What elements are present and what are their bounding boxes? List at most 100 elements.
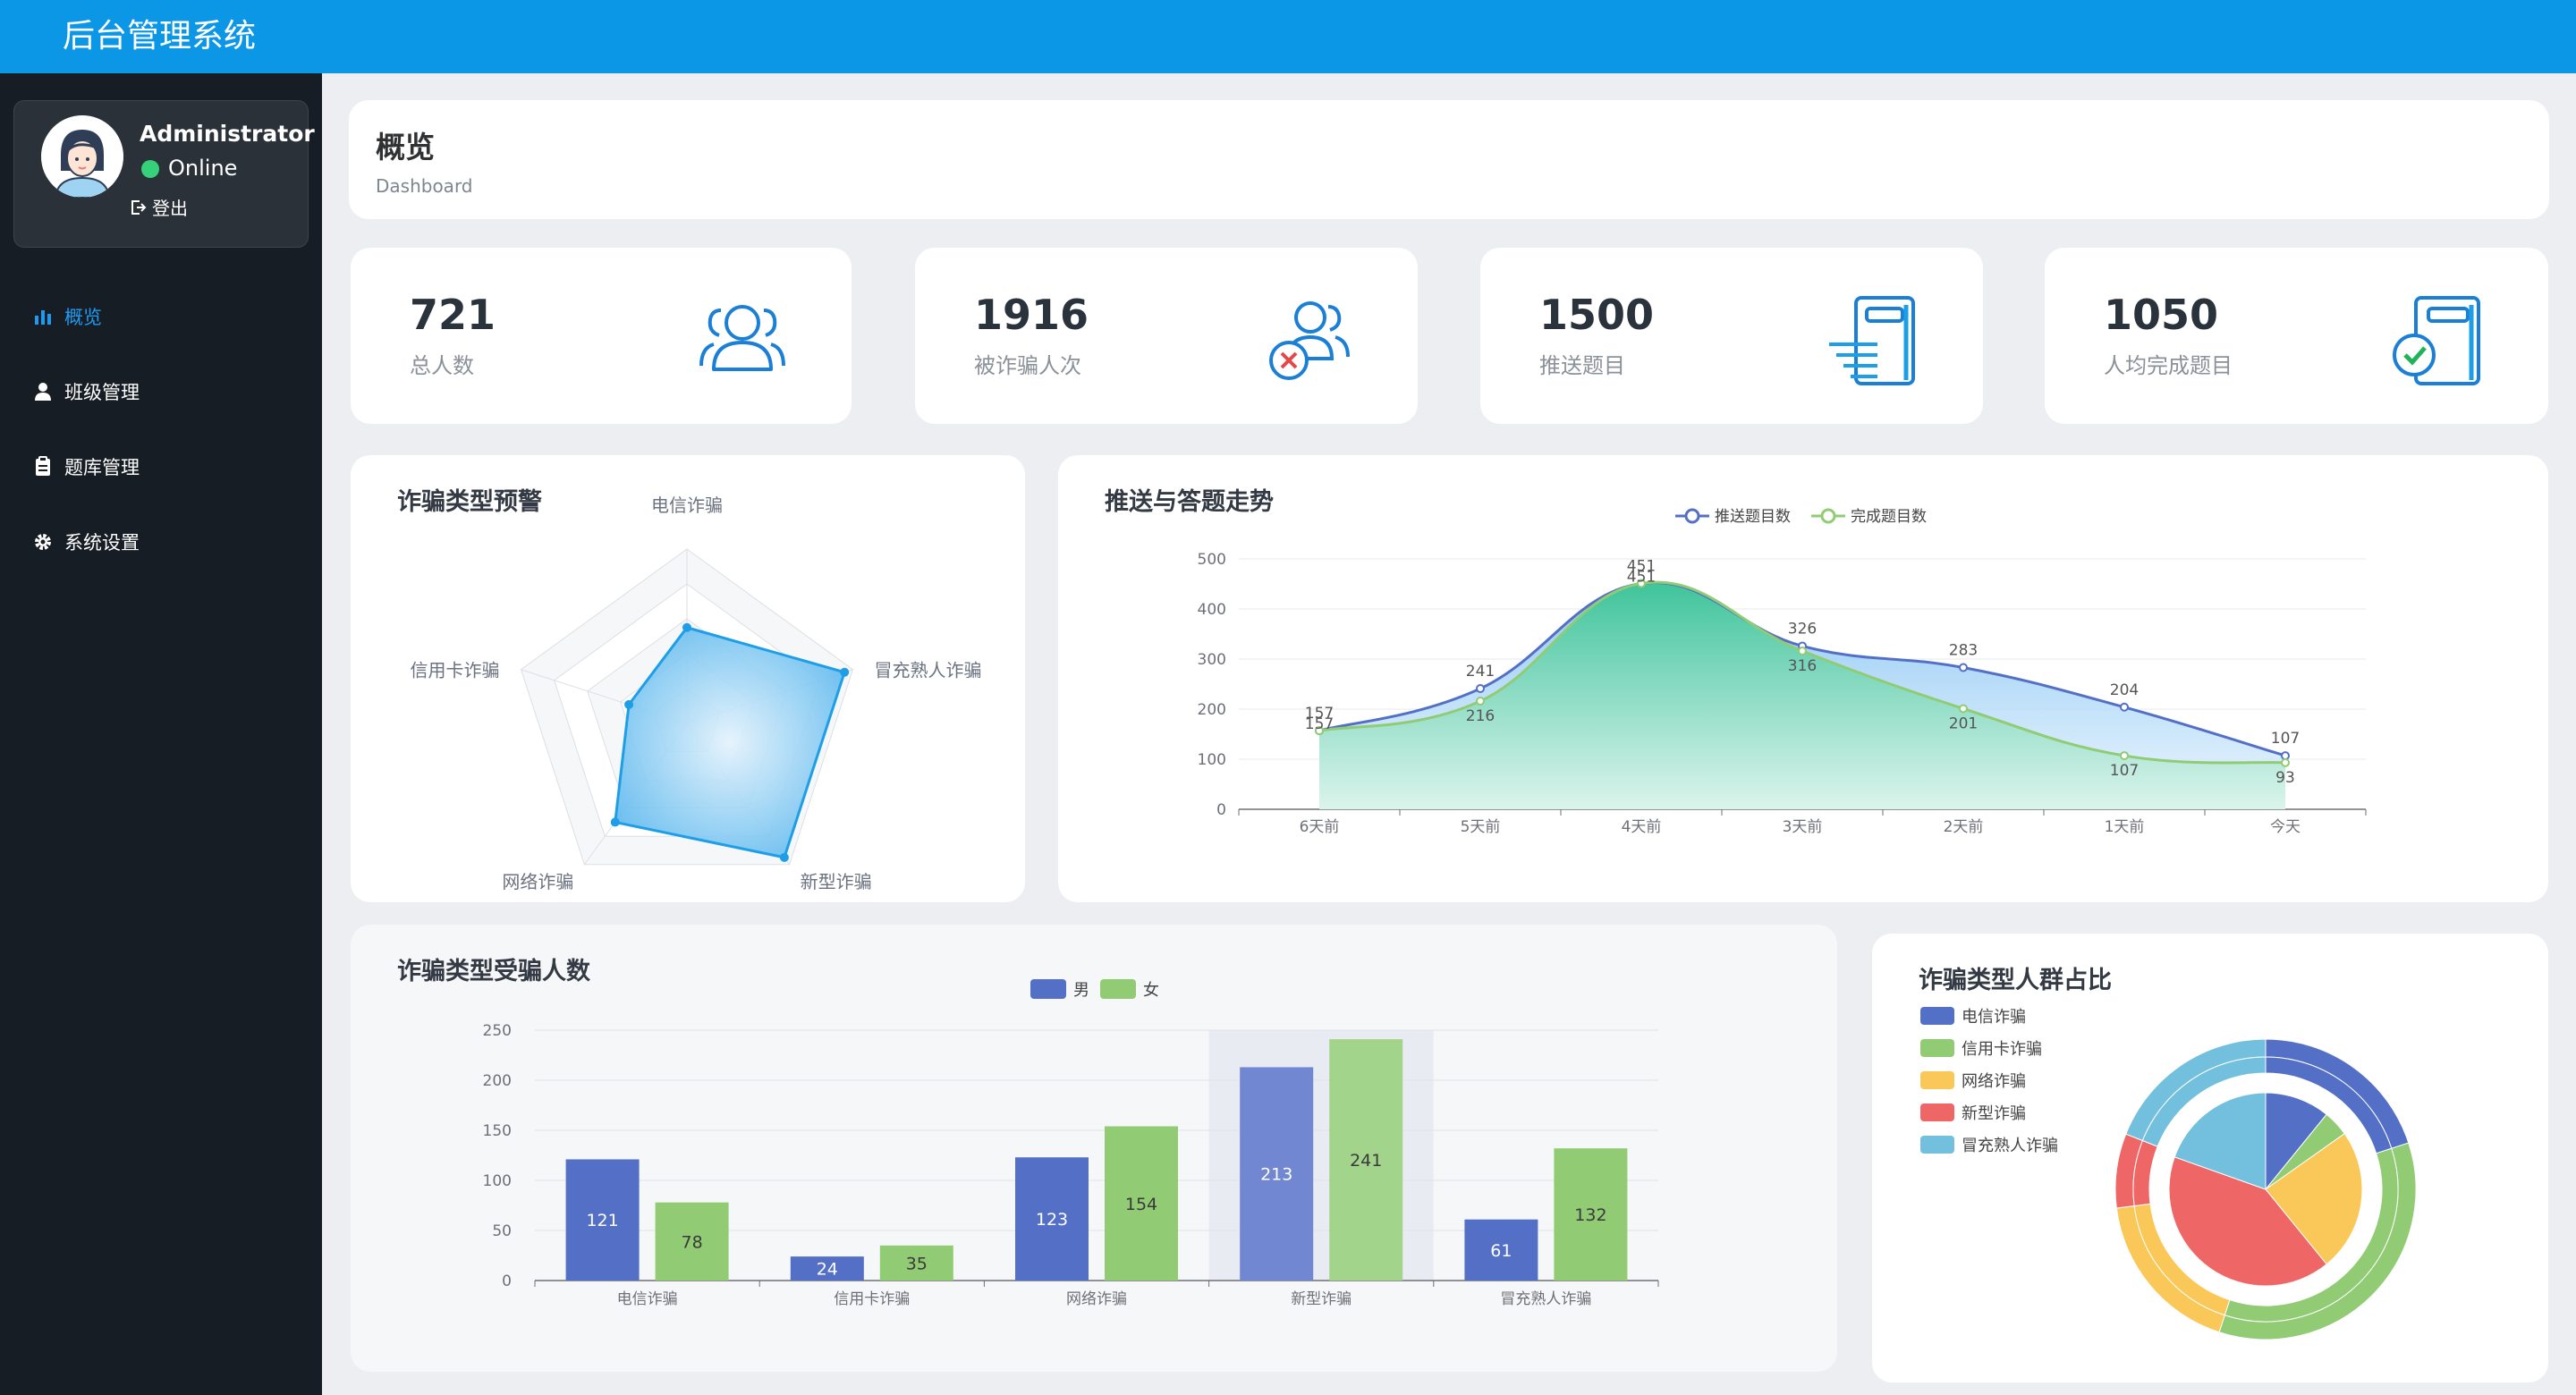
y-tick-label: 150 xyxy=(483,1122,512,1140)
legend-marker xyxy=(1820,508,1836,524)
y-tick-label: 100 xyxy=(1198,751,1226,769)
stat-value: 721 xyxy=(410,291,496,339)
data-label: 201 xyxy=(1949,714,1978,732)
radar-point xyxy=(682,622,691,632)
nav-item-system-settings[interactable]: 系统设置 xyxy=(0,504,322,579)
legend-swatch xyxy=(1920,1136,1954,1154)
legend-swatch xyxy=(1920,1103,1954,1121)
line-point xyxy=(2120,751,2129,761)
x-tick-label: 网络诈骗 xyxy=(1066,1290,1127,1308)
legend-label: 男 xyxy=(1073,981,1089,1000)
line-point xyxy=(2281,757,2290,767)
legend-swatch xyxy=(1920,1039,1954,1057)
nav-item-question-bank[interactable]: 题库管理 xyxy=(0,429,322,504)
bar-value-label: 35 xyxy=(906,1254,928,1273)
radar-point xyxy=(624,699,634,709)
data-label: 93 xyxy=(2275,769,2295,787)
line-point xyxy=(1959,704,1968,714)
y-tick-label: 300 xyxy=(1198,651,1226,669)
data-label: 451 xyxy=(1627,568,1656,586)
page-subtitle: Dashboard xyxy=(376,175,473,197)
top-header: 后台管理系统 xyxy=(0,0,2576,73)
y-tick-label: 400 xyxy=(1198,601,1226,619)
legend-label: 网络诈骗 xyxy=(1962,1072,2026,1091)
line-point xyxy=(1476,684,1485,694)
stat-label: 推送题目 xyxy=(1539,353,1625,378)
nav-item-overview[interactable]: 概览 xyxy=(0,279,322,354)
data-label: 216 xyxy=(1466,707,1495,725)
y-tick-label: 200 xyxy=(1198,701,1226,719)
data-label: 107 xyxy=(2271,730,2300,748)
radar-point xyxy=(779,852,789,862)
stat-card-pushed: 1500 推送题目 xyxy=(1480,248,1983,424)
line-point xyxy=(1476,697,1485,706)
logout-button[interactable]: 登出 xyxy=(129,194,188,220)
radar-indicator-label: 信用卡诈骗 xyxy=(411,660,500,681)
legend-label: 电信诈骗 xyxy=(1962,1008,2026,1027)
x-tick-label: 新型诈骗 xyxy=(1291,1290,1352,1308)
radar-indicator-label: 网络诈骗 xyxy=(502,871,573,892)
x-tick-label: 信用卡诈骗 xyxy=(834,1290,910,1308)
nav-item-label: 概览 xyxy=(64,307,102,328)
sidebar-nav: 概览 班级管理 题库管理 系统设置 xyxy=(0,279,322,579)
legend-label: 完成题目数 xyxy=(1851,508,1927,526)
stat-label: 被诈骗人次 xyxy=(974,353,1081,378)
x-tick-label: 6天前 xyxy=(1300,818,1340,836)
stat-value: 1050 xyxy=(2104,291,2219,339)
y-tick-label: 0 xyxy=(1216,801,1226,819)
legend-swatch xyxy=(1920,1007,1954,1025)
line-point xyxy=(1959,663,1968,672)
gear-icon xyxy=(35,534,51,550)
user-name: Administrator xyxy=(140,121,315,147)
bar-value-label: 61 xyxy=(1490,1241,1512,1261)
line-point xyxy=(2281,751,2290,761)
data-label: 241 xyxy=(1466,663,1495,681)
radar-indicator-label: 新型诈骗 xyxy=(801,871,872,892)
app-title: 后台管理系统 xyxy=(63,18,257,55)
radar-chart-card: 诈骗类型预警 电信诈骗 冒充熟人诈骗 新型诈骗 网络诈骗 信用卡诈骗 xyxy=(351,455,1025,902)
data-label: 283 xyxy=(1949,642,1978,660)
nav-item-label: 班级管理 xyxy=(64,382,140,403)
y-tick-label: 50 xyxy=(492,1222,512,1240)
data-label: 107 xyxy=(2110,762,2139,780)
legend-label: 女 xyxy=(1143,981,1159,1000)
x-tick-label: 5天前 xyxy=(1461,818,1501,836)
avatar xyxy=(41,115,123,198)
x-tick-label: 3天前 xyxy=(1783,818,1823,836)
nav-item-class-management[interactable]: 班级管理 xyxy=(0,354,322,429)
stat-card-defrauded: 1916 被诈骗人次 xyxy=(915,248,1418,424)
nav-item-label: 题库管理 xyxy=(64,457,140,478)
radar-indicator-label: 电信诈骗 xyxy=(651,495,723,516)
legend-swatch xyxy=(1100,979,1136,999)
page-header-card: 概览 Dashboard xyxy=(349,100,2549,219)
data-label: 326 xyxy=(1788,620,1817,638)
y-tick-label: 100 xyxy=(483,1172,512,1190)
bar-value-label: 132 xyxy=(1574,1205,1606,1225)
data-label: 316 xyxy=(1788,657,1817,675)
stat-card-completed: 1050 人均完成题目 xyxy=(2045,248,2548,424)
x-tick-label: 今天 xyxy=(2270,818,2301,836)
stat-value: 1500 xyxy=(1539,291,1655,339)
legend-label: 信用卡诈骗 xyxy=(1962,1040,2042,1059)
page-title: 概览 xyxy=(376,130,435,165)
stat-label: 总人数 xyxy=(410,353,474,378)
y-tick-label: 500 xyxy=(1198,551,1226,569)
legend-marker xyxy=(1684,508,1700,524)
radar-point xyxy=(840,667,850,677)
clipboard-icon xyxy=(36,456,50,476)
document-check-icon xyxy=(2393,296,2480,385)
line-point xyxy=(2120,702,2129,712)
users-icon xyxy=(699,305,785,371)
bar-value-label: 121 xyxy=(586,1211,618,1230)
y-tick-label: 200 xyxy=(483,1072,512,1090)
pie-chart: 电信诈骗信用卡诈骗网络诈骗新型诈骗冒充熟人诈骗 xyxy=(1920,1007,2417,1340)
bar-value-label: 241 xyxy=(1350,1151,1382,1171)
x-tick-label: 冒充熟人诈骗 xyxy=(1500,1289,1591,1308)
bar-chart: 0 50 100 150 200 250 电信诈骗 121 78 信用卡诈骗 24 35 网络诈骗 123… xyxy=(483,979,1659,1308)
legend-swatch xyxy=(1030,979,1066,999)
legend-label: 冒充熟人诈骗 xyxy=(1962,1137,2058,1155)
bar-value-label: 78 xyxy=(682,1232,703,1252)
data-label: 204 xyxy=(2110,681,2139,699)
online-status-dot xyxy=(141,160,159,178)
logout-icon xyxy=(131,199,147,215)
